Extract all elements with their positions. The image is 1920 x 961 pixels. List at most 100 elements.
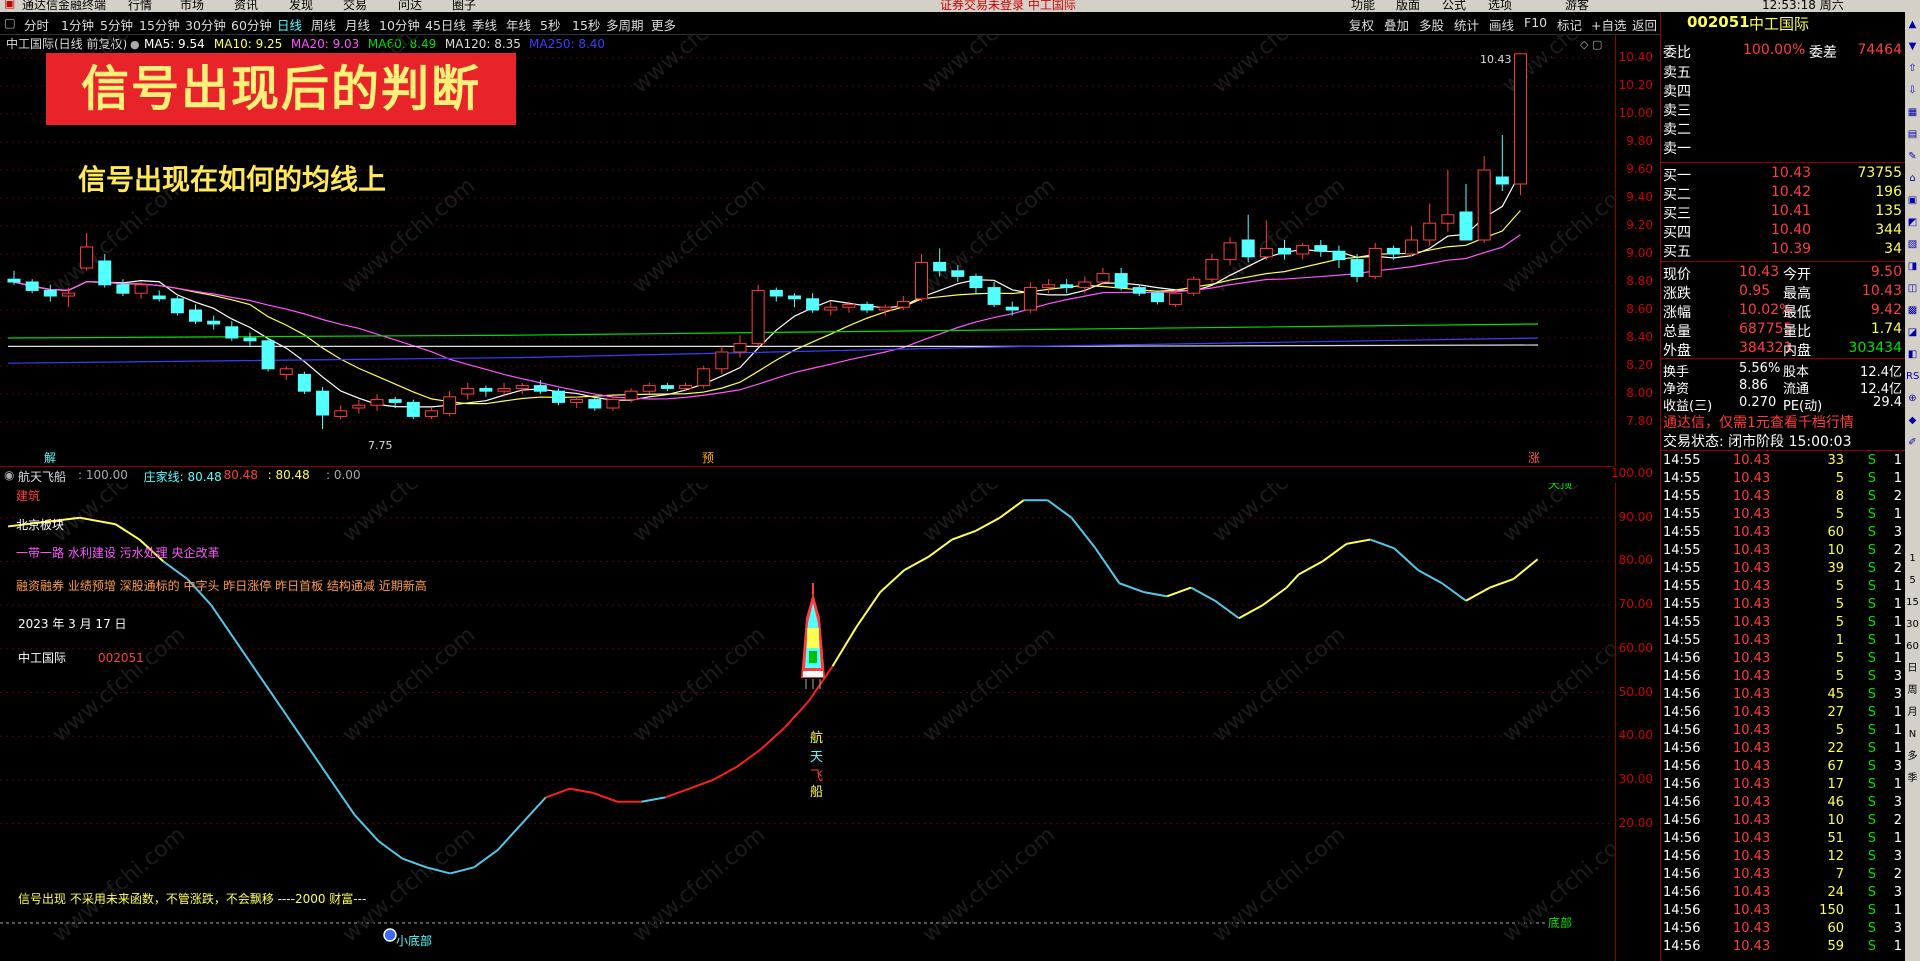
tool-button[interactable]: 多股 [1419, 15, 1444, 34]
period-tab[interactable]: 季线 [472, 15, 497, 34]
period-tab[interactable]: 15分钟 [139, 15, 180, 34]
period-shortcut[interactable]: 1 [1906, 552, 1919, 565]
oscillator-segment [1119, 582, 1144, 593]
menu-item[interactable]: 公式 [1442, 0, 1466, 12]
period-shortcut[interactable]: 15 [1906, 596, 1919, 609]
tool-button[interactable]: 标记 [1557, 15, 1582, 34]
oscillator-segment [1285, 573, 1300, 589]
period-tab[interactable]: 1分钟 [61, 15, 94, 34]
toolbar-icon[interactable]: ⇧ [1906, 62, 1919, 75]
period-tab[interactable]: 多周期 [606, 15, 644, 34]
menu-item[interactable]: 发现 [289, 0, 313, 12]
period-shortcut[interactable]: 月 [1906, 706, 1919, 719]
candle [1205, 254, 1219, 282]
period-tab[interactable]: 年线 [506, 15, 531, 34]
period-tab[interactable]: 周线 [311, 15, 336, 34]
toolbar-icon[interactable]: ▩ [1906, 304, 1919, 317]
oscillator-segment [1143, 591, 1168, 598]
tool-button[interactable]: F10 [1524, 15, 1547, 30]
toolbar-icon[interactable]: ✐ [1906, 436, 1919, 449]
indicator-settings-icon[interactable]: ◉ [4, 468, 14, 482]
toolbar-icon[interactable]: ⇩ [1906, 84, 1919, 97]
toolbar-icon[interactable]: ▲ [1906, 18, 1919, 31]
menu-item[interactable]: 选项 [1488, 0, 1512, 12]
period-tab[interactable]: 5分钟 [100, 15, 133, 34]
tick-cell: 10.43 [1733, 939, 1771, 954]
menu-item[interactable]: 功能 [1351, 0, 1375, 12]
promo-banner[interactable]: 通达信，仅需1元查看千档行情 [1663, 412, 1854, 432]
menu-item[interactable]: 行情 [128, 0, 152, 12]
oscillator-chart[interactable]: www.cfchi.com www.cfchi.com www.cfchi.com w… [0, 483, 1615, 961]
ma-line [7, 337, 1539, 364]
toolbar-icon[interactable]: ◆ [1906, 414, 1919, 427]
period-tab-active[interactable]: 日线 [277, 15, 302, 34]
candle [297, 371, 311, 394]
tool-button[interactable]: 复权 [1349, 15, 1374, 34]
toolbar-icon[interactable]: ⌂ [1906, 172, 1919, 185]
tick-cell: S [1867, 903, 1876, 918]
tick-cell: S [1867, 795, 1876, 810]
indicator-tick: 50.00 [1618, 684, 1653, 699]
trade-status: 交易状态: 闭市阶段 15:00:03 [1663, 434, 1852, 450]
period-shortcut[interactable]: 5 [1906, 574, 1919, 587]
toolbar-icon[interactable]: ▣ [1906, 194, 1919, 207]
period-shortcut[interactable]: N [1906, 728, 1919, 741]
weibi-label: 委比 [1663, 45, 1691, 61]
toolbar-icon[interactable]: ⊕ [1906, 392, 1919, 405]
toolbar-icon[interactable]: ◧ [1906, 348, 1919, 361]
menu-item[interactable]: 问达 [398, 0, 422, 12]
period-shortcut[interactable]: 30 [1906, 618, 1919, 631]
stat-value: 10.43 [1739, 264, 1780, 280]
menu-item[interactable]: 交易 [343, 0, 367, 12]
buy-level-price: 10.43 [1771, 165, 1812, 181]
period-tab[interactable]: 10分钟 [379, 15, 420, 34]
period-shortcut[interactable]: 季 [1906, 772, 1919, 785]
tick-cell: 5 [1835, 507, 1844, 522]
toolbar-icon[interactable]: ✎ [1906, 150, 1919, 163]
buy-level-volume: 73755 [1857, 165, 1902, 181]
chart-option-icon[interactable]: ◇ ▢ [1580, 38, 1602, 51]
period-tab[interactable]: 更多 [651, 15, 676, 34]
toolbar-icon[interactable]: ◪ [1906, 326, 1919, 339]
menu-item[interactable]: 版面 [1396, 0, 1420, 12]
toolbar-icon[interactable]: ▧ [1906, 238, 1919, 251]
period-shortcut[interactable]: 周 [1906, 684, 1919, 697]
toggle-icon[interactable]: ▢ [4, 15, 16, 30]
tool-button[interactable]: +自选 [1591, 15, 1626, 34]
period-shortcut[interactable]: 60 [1906, 640, 1919, 653]
menu-item[interactable]: 圈子 [452, 0, 476, 12]
tool-button[interactable]: 画线 [1489, 15, 1514, 34]
toolbar-icon[interactable]: RSI [1906, 370, 1920, 383]
period-tab[interactable]: 分时 [24, 15, 49, 34]
tool-button[interactable]: 叠加 [1384, 15, 1409, 34]
toolbar-icon[interactable]: ▦ [1906, 106, 1919, 119]
tool-button[interactable]: 返回 [1632, 15, 1657, 34]
menu-item[interactable]: 市场 [180, 0, 204, 12]
period-shortcut[interactable]: 日 [1906, 662, 1919, 675]
marker-zhang: 涨 [1528, 450, 1540, 465]
price-tick: 7.80 [1626, 414, 1653, 428]
period-tab[interactable]: 45日线 [425, 15, 466, 34]
menu-item[interactable]: 资讯 [234, 0, 258, 12]
candle [715, 346, 729, 375]
oscillator-segment [521, 796, 547, 825]
period-tab[interactable]: 月线 [345, 15, 370, 34]
period-shortcut[interactable]: 多 [1906, 750, 1919, 763]
oscillator-segment [545, 787, 570, 799]
tick-cell: 14:56 [1663, 885, 1701, 900]
candle [1096, 268, 1110, 285]
tool-button[interactable]: 统计 [1454, 15, 1479, 34]
toolbar-icon[interactable]: ◨ [1906, 260, 1919, 273]
toolbar-icon[interactable]: ◫ [1906, 282, 1919, 295]
toolbar-icon[interactable]: ◩ [1906, 216, 1919, 229]
candle [1459, 184, 1473, 241]
candle [806, 293, 820, 313]
period-tab[interactable]: 5秒 [540, 15, 560, 34]
ma-legend-item: MA250: 8.40 [529, 37, 605, 51]
period-tab[interactable]: 15秒 [572, 15, 600, 34]
toolbar-icon[interactable]: ▼ [1906, 40, 1919, 53]
period-tab[interactable]: 30分钟 [185, 15, 226, 34]
period-tab[interactable]: 60分钟 [231, 15, 272, 34]
toolbar-icon[interactable]: ▤ [1906, 128, 1919, 141]
oscillator-segment [1166, 586, 1192, 598]
